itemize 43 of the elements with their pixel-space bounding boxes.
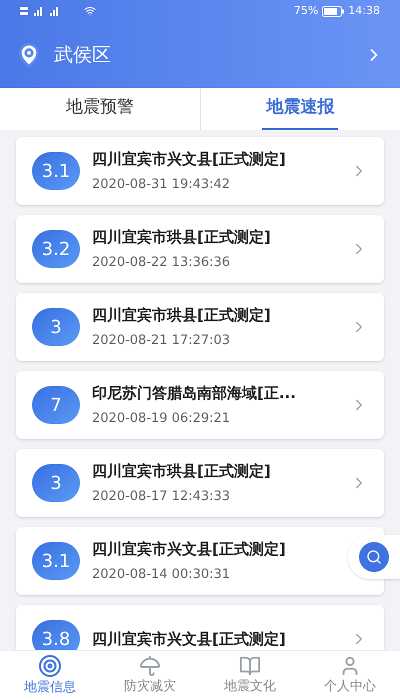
quake-location: 四川宜宾市珙县[正式测定] (92, 461, 271, 482)
quake-location: 四川宜宾市珙县[正式测定] (92, 305, 271, 326)
quake-location: 印尼苏门答腊岛南部海域[正... (92, 383, 296, 404)
quake-card[interactable]: 3.8 四川宜宾市兴文县[正式测定] (16, 605, 384, 650)
nav-tab[interactable]: 个人中心 (300, 651, 400, 700)
magnitude-badge: 3.2 (32, 230, 80, 268)
nav-tab[interactable]: 地震信息 (0, 651, 100, 700)
quake-card[interactable]: 7 印尼苏门答腊岛南部海域[正... 2020-08-19 06:29:21 (16, 371, 384, 439)
magnitude-badge: 3.8 (32, 620, 80, 650)
nav-tab[interactable]: 地震文化 (200, 651, 300, 700)
radar-icon (38, 654, 62, 678)
quake-time: 2020-08-19 06:29:21 (92, 410, 230, 428)
location-bar[interactable]: 武侯区 (0, 22, 400, 88)
quake-card[interactable]: 3.1 四川宜宾市兴文县[正式测定] 2020-08-14 00:30:31 (16, 527, 384, 595)
magnitude-badge: 3.1 (32, 542, 80, 580)
magnitude-badge: 3 (32, 464, 80, 502)
quake-card[interactable]: 3 四川宜宾市珙县[正式测定] 2020-08-21 17:27:03 (16, 293, 384, 361)
tab[interactable]: 地震预警 (62, 88, 138, 130)
quake-time: 2020-08-14 00:30:31 (92, 566, 230, 584)
nav-tab[interactable]: 防灾减灾 (100, 651, 200, 700)
magnitude-badge: 7 (32, 386, 80, 424)
magnitude-badge: 3 (32, 308, 80, 346)
quake-location: 四川宜宾市珙县[正式测定] (92, 227, 271, 248)
quake-location: 四川宜宾市兴文县[正式测定] (92, 539, 286, 560)
quake-card[interactable]: 3 四川宜宾市珙县[正式测定] 2020-08-17 12:43:33 (16, 449, 384, 517)
quake-time: 2020-08-17 12:43:33 (92, 488, 230, 506)
quake-card[interactable]: 3.2 四川宜宾市珙县[正式测定] 2020-08-22 13:36:36 (16, 215, 384, 283)
battery-percent: 75% (294, 2, 318, 19)
tab[interactable]: 地震速报 (262, 88, 338, 130)
battery-icon (322, 6, 344, 16)
clock-time: 14:38 (348, 2, 380, 19)
search-button[interactable] (348, 535, 400, 579)
quake-time: 2020-08-21 17:27:03 (92, 332, 230, 350)
umbrella-icon (139, 654, 161, 677)
quake-location: 四川宜宾市兴文县[正式测定] (92, 628, 286, 650)
quake-time: 2020-08-22 13:36:36 (92, 254, 230, 272)
quake-card[interactable]: 3.1 四川宜宾市兴文县[正式测定] 2020-08-31 19:43:42 (16, 137, 384, 205)
search-icon (366, 549, 382, 565)
magnitude-badge: 3.1 (32, 152, 80, 190)
book-icon (239, 654, 261, 677)
quake-time: 2020-08-31 19:43:42 (92, 176, 230, 194)
location-pin-icon (16, 42, 42, 68)
quake-location: 四川宜宾市兴文县[正式测定] (92, 149, 286, 170)
